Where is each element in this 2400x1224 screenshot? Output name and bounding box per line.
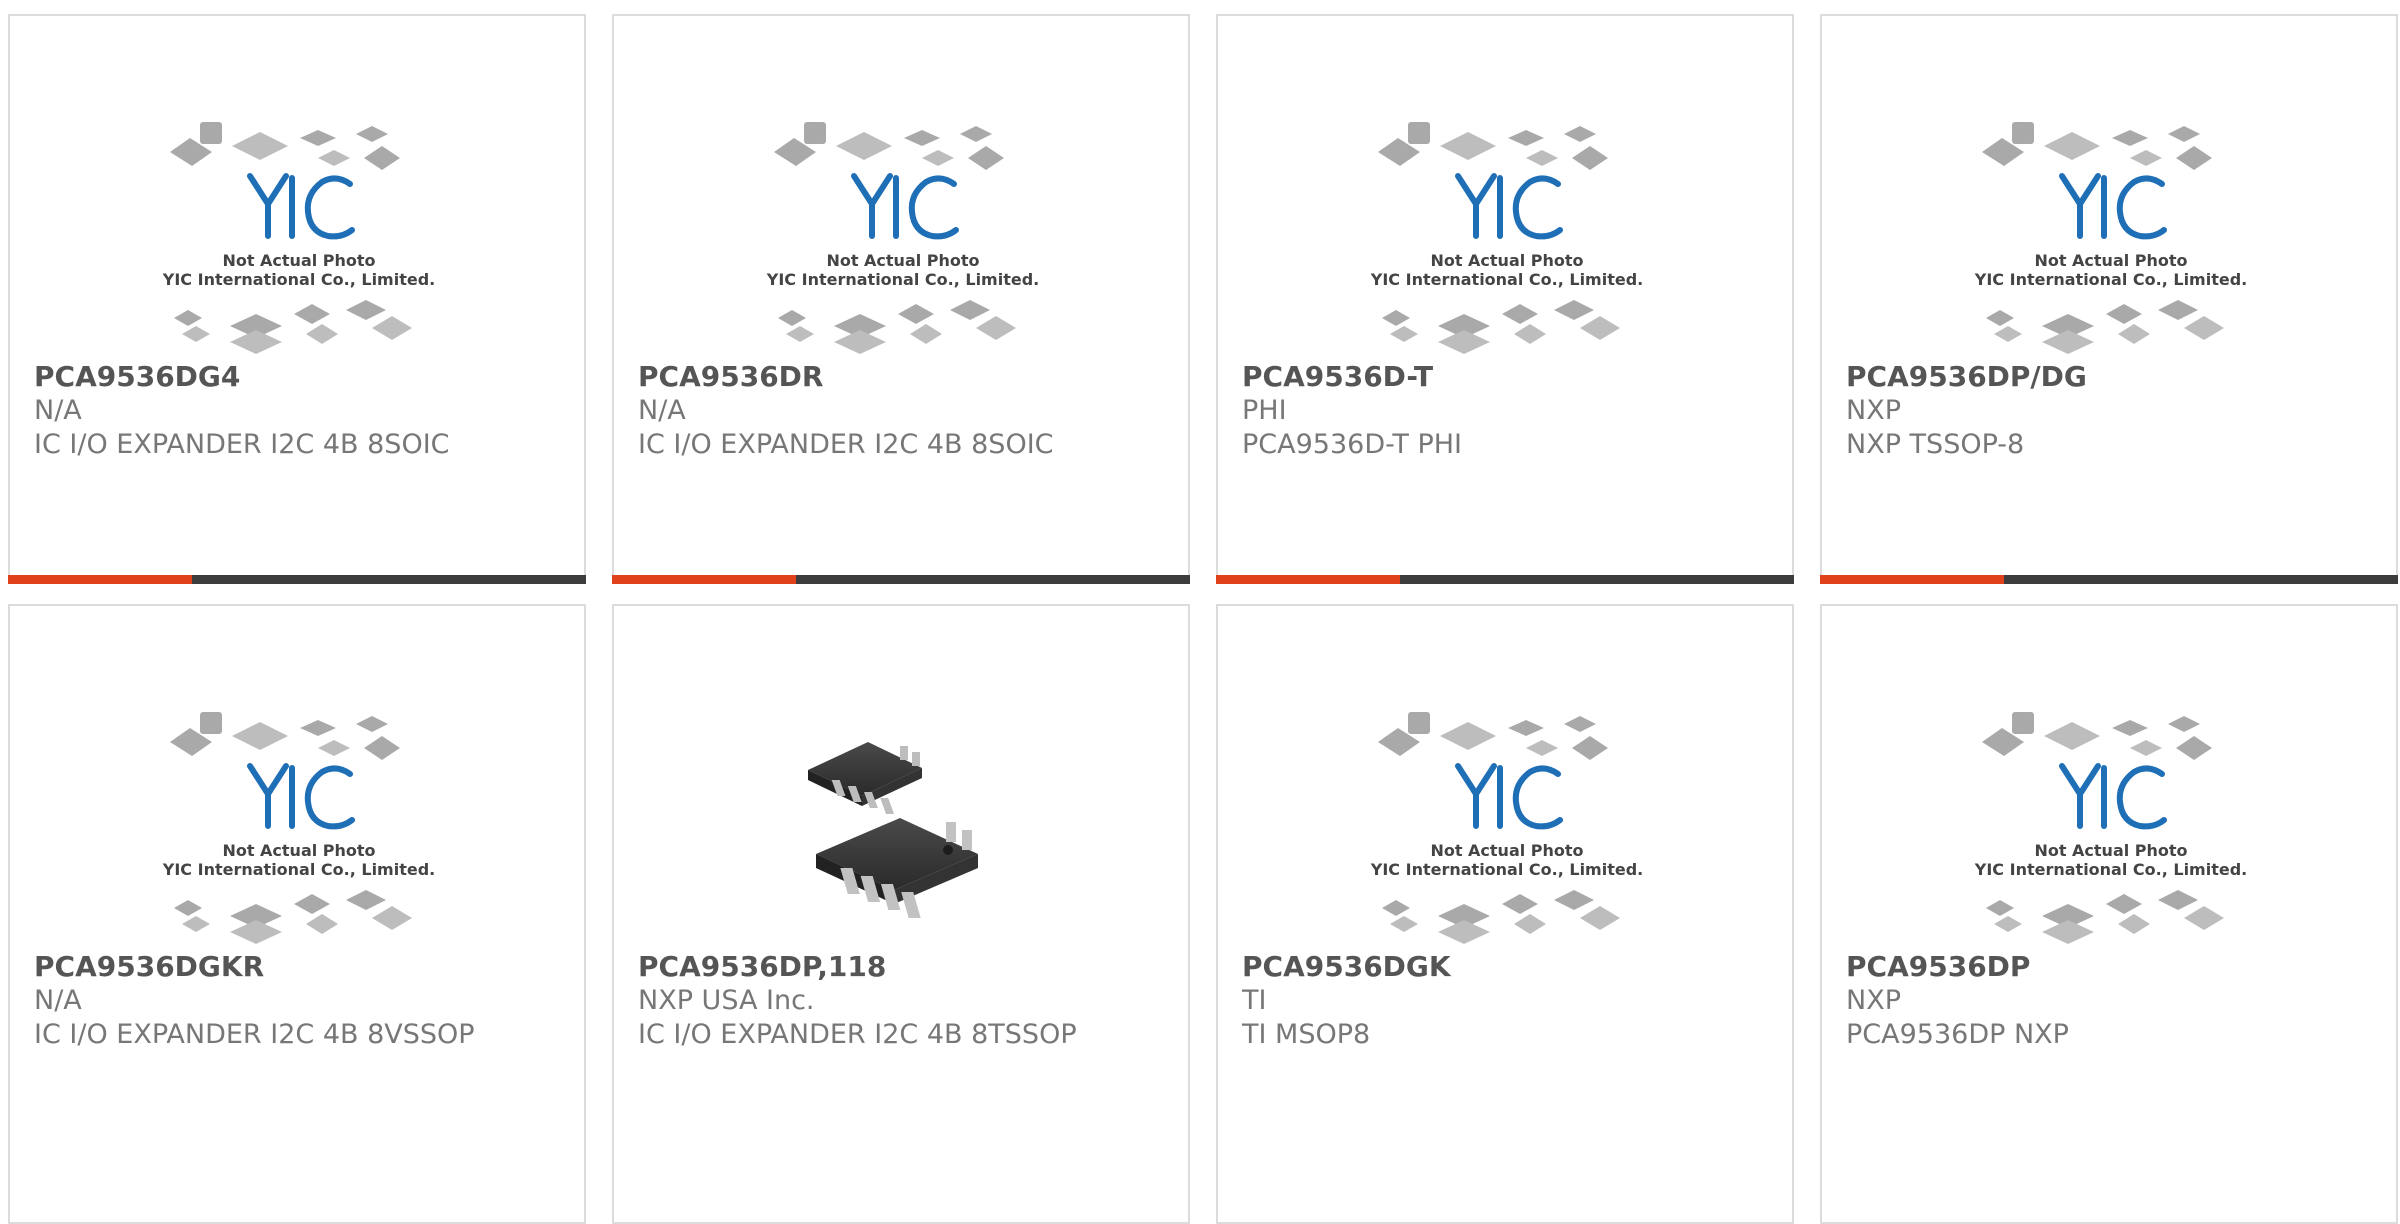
part-number-link[interactable]: PCA9536DG4 [34,360,564,394]
svg-text:YIC International Co., Limited: YIC International Co., Limited. [766,270,1039,289]
svg-text:Not Actual Photo: Not Actual Photo [2034,251,2187,270]
description: PCA9536DP NXP [1846,1019,2069,1050]
product-card[interactable]: Not Actual Photo YIC International Co., … [8,604,586,1224]
svg-text:Not Actual Photo: Not Actual Photo [1430,841,1583,860]
product-info: PCA9536DR N/A IC I/O EXPANDER I2C 4B 8SOIC [638,360,1168,462]
part-number-link[interactable]: PCA9536DP,118 [638,950,1168,984]
card-bottom-bar [1820,575,2398,584]
card-bottom-bar [1216,575,1794,584]
part-number-link[interactable]: PCA9536DP [1846,950,2376,984]
svg-text:Not Actual Photo: Not Actual Photo [826,251,979,270]
product-info: PCA9536DGKR N/A IC I/O EXPANDER I2C 4B 8VS… [34,950,564,1052]
not-actual-photo-placeholder[interactable]: Not Actual Photo YIC International Co., … [1972,686,2250,956]
description: PCA9536D-T PHI [1242,429,1462,460]
not-actual-photo-placeholder[interactable]: Not Actual Photo YIC International Co., … [1368,686,1646,956]
card-accent-bar [612,575,796,584]
card-accent-bar [1820,575,2004,584]
svg-text:YIC International Co., Limited: YIC International Co., Limited. [162,860,435,879]
product-info: PCA9536DGK TI TI MSOP8 [1242,950,1772,1052]
product-info: PCA9536DP/DG NXP NXP TSSOP-8 [1846,360,2376,462]
description: IC I/O EXPANDER I2C 4B 8VSSOP [34,1019,475,1050]
not-actual-photo-placeholder[interactable]: Not Actual Photo YIC International Co., … [160,96,438,366]
product-info: PCA9536D-T PHI PCA9536D-T PHI [1242,360,1772,462]
svg-text:Not Actual Photo: Not Actual Photo [2034,841,2187,860]
product-card[interactable]: Not Actual Photo YIC International Co., … [1820,604,2398,1224]
description: IC I/O EXPANDER I2C 4B 8SOIC [638,429,1054,460]
product-card[interactable]: Not Actual Photo YIC International Co., … [8,14,586,584]
svg-text:Not Actual Photo: Not Actual Photo [222,841,375,860]
product-card[interactable]: PCA9536DP,118 NXP USA Inc. IC I/O EXPANDER… [612,604,1190,1224]
description: TI MSOP8 [1242,1019,1371,1050]
svg-text:YIC International Co., Limited: YIC International Co., Limited. [1974,270,2247,289]
svg-text:YIC International Co., Limited: YIC International Co., Limited. [1974,860,2247,879]
product-photo[interactable] [764,686,1042,956]
svg-text:YIC International Co., Limited: YIC International Co., Limited. [162,270,435,289]
product-info: PCA9536DP NXP PCA9536DP NXP [1846,950,2376,1052]
svg-text:Not Actual Photo: Not Actual Photo [222,251,375,270]
part-number-link[interactable]: PCA9536D-T [1242,360,1772,394]
manufacturer: N/A [638,395,686,426]
description: IC I/O EXPANDER I2C 4B 8SOIC [34,429,450,460]
product-info: PCA9536DG4 N/A IC I/O EXPANDER I2C 4B 8SOI… [34,360,564,462]
description: IC I/O EXPANDER I2C 4B 8TSSOP [638,1019,1077,1050]
svg-text:YIC International Co., Limited: YIC International Co., Limited. [1370,860,1643,879]
part-number-link[interactable]: PCA9536DP/DG [1846,360,2376,394]
manufacturer: N/A [34,395,82,426]
not-actual-photo-placeholder[interactable]: Not Actual Photo YIC International Co., … [160,686,438,956]
card-bottom-bar [8,575,586,584]
svg-text:Not Actual Photo: Not Actual Photo [1430,251,1583,270]
manufacturer: NXP [1846,985,1901,1016]
card-accent-bar [8,575,192,584]
part-number-link[interactable]: PCA9536DR [638,360,1168,394]
not-actual-photo-placeholder[interactable]: Not Actual Photo YIC International Co., … [764,96,1042,366]
product-card[interactable]: Not Actual Photo YIC International Co., … [1820,14,2398,584]
card-accent-bar [1216,575,1400,584]
manufacturer: NXP USA Inc. [638,985,815,1016]
product-grid: Not Actual Photo YIC International Co., … [0,0,2400,1224]
part-number-link[interactable]: PCA9536DGKR [34,950,564,984]
not-actual-photo-placeholder[interactable]: Not Actual Photo YIC International Co., … [1972,96,2250,366]
svg-text:YIC International Co., Limited: YIC International Co., Limited. [1370,270,1643,289]
product-card[interactable]: Not Actual Photo YIC International Co., … [1216,604,1794,1224]
card-bottom-bar [612,575,1190,584]
manufacturer: PHI [1242,395,1287,426]
product-info: PCA9536DP,118 NXP USA Inc. IC I/O EXPANDER… [638,950,1168,1052]
manufacturer: TI [1242,985,1267,1016]
product-card[interactable]: Not Actual Photo YIC International Co., … [612,14,1190,584]
not-actual-photo-placeholder[interactable]: Not Actual Photo YIC International Co., … [1368,96,1646,366]
description: NXP TSSOP-8 [1846,429,2025,460]
part-number-link[interactable]: PCA9536DGK [1242,950,1772,984]
manufacturer: NXP [1846,395,1901,426]
product-card[interactable]: Not Actual Photo YIC International Co., … [1216,14,1794,584]
manufacturer: N/A [34,985,82,1016]
